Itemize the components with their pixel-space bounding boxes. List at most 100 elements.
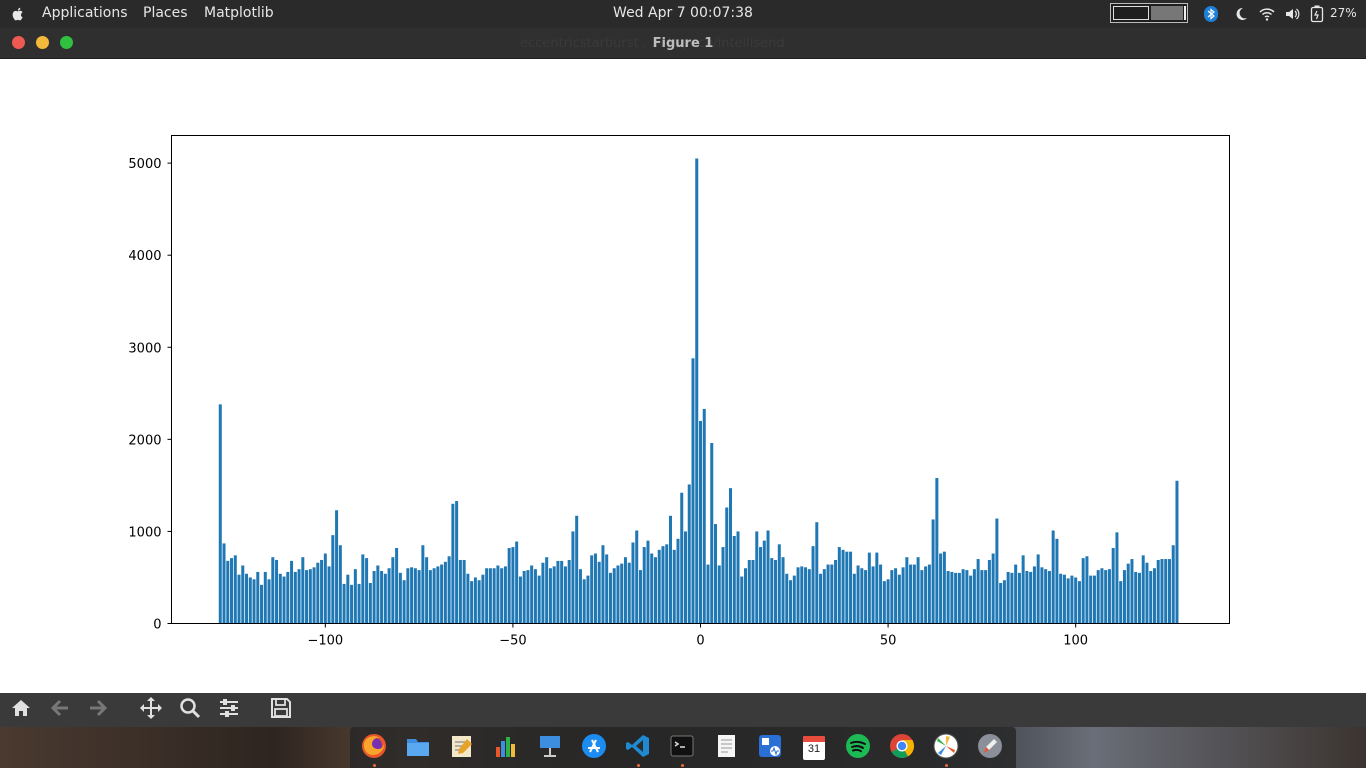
bar bbox=[443, 561, 447, 624]
bar bbox=[391, 557, 395, 624]
forward-icon bbox=[88, 698, 108, 722]
clock[interactable]: Wed Apr 7 00:07:38 bbox=[613, 5, 753, 21]
zoom-button[interactable] bbox=[176, 697, 204, 723]
pan-button[interactable] bbox=[137, 697, 165, 723]
dock-text-editor[interactable] bbox=[449, 735, 475, 761]
dock-calendar[interactable]: 31 bbox=[801, 735, 827, 761]
battery-icon[interactable] bbox=[1310, 5, 1324, 27]
bar bbox=[1070, 575, 1074, 624]
bar bbox=[912, 564, 916, 624]
bar bbox=[822, 569, 826, 624]
bar bbox=[556, 560, 560, 624]
bar bbox=[1055, 538, 1059, 624]
bar bbox=[597, 561, 601, 624]
bar bbox=[470, 581, 474, 624]
menu-places[interactable]: Places bbox=[143, 0, 188, 28]
dock-terminal[interactable] bbox=[669, 735, 695, 767]
bar bbox=[533, 569, 537, 624]
bar bbox=[1111, 548, 1115, 624]
wifi-icon[interactable] bbox=[1259, 6, 1275, 26]
bar bbox=[1077, 581, 1081, 624]
dock-notes[interactable] bbox=[713, 735, 739, 761]
bar bbox=[714, 524, 718, 624]
bluetooth-icon[interactable] bbox=[1204, 6, 1218, 26]
bar bbox=[252, 579, 256, 624]
bar bbox=[1122, 570, 1126, 624]
bar bbox=[1036, 554, 1040, 624]
workspace-1[interactable] bbox=[1113, 6, 1149, 20]
back-button[interactable] bbox=[46, 697, 74, 723]
dock-charts[interactable] bbox=[493, 735, 519, 761]
bar bbox=[537, 575, 541, 624]
bar bbox=[642, 547, 646, 624]
bar bbox=[357, 583, 361, 624]
home-button[interactable] bbox=[7, 697, 35, 723]
bar bbox=[665, 544, 669, 624]
bar bbox=[766, 530, 770, 624]
dock-keynote[interactable] bbox=[537, 735, 563, 761]
bar bbox=[668, 515, 672, 624]
bar bbox=[804, 567, 808, 624]
bar bbox=[545, 557, 549, 624]
configure-subplots-button[interactable] bbox=[215, 697, 243, 723]
dock-chrome[interactable] bbox=[889, 734, 915, 761]
y-tick-label: 5000 bbox=[128, 157, 161, 172]
bar bbox=[1074, 577, 1078, 624]
forward-button[interactable] bbox=[84, 697, 112, 723]
bar bbox=[560, 560, 564, 624]
bar bbox=[661, 546, 665, 624]
bar bbox=[413, 568, 417, 624]
bar bbox=[582, 579, 586, 624]
bar bbox=[616, 565, 620, 624]
volume-icon[interactable] bbox=[1284, 6, 1300, 26]
bar bbox=[875, 552, 879, 624]
night-mode-icon[interactable] bbox=[1234, 6, 1248, 26]
bar bbox=[447, 556, 451, 624]
bar bbox=[894, 568, 898, 624]
bar bbox=[691, 358, 695, 624]
bar bbox=[297, 569, 301, 624]
menu-matplotlib[interactable]: Matplotlib bbox=[204, 0, 274, 28]
workspace-2[interactable] bbox=[1151, 6, 1183, 20]
window-title: Figure 1 bbox=[652, 36, 714, 51]
bar bbox=[1032, 566, 1036, 624]
pan-icon bbox=[139, 696, 163, 724]
bar bbox=[1025, 571, 1029, 624]
bar bbox=[1130, 559, 1134, 624]
bar bbox=[717, 565, 721, 624]
bar bbox=[312, 567, 316, 624]
bar bbox=[635, 530, 639, 624]
apple-icon[interactable] bbox=[10, 6, 26, 22]
bar bbox=[466, 573, 470, 624]
dock-app-store[interactable] bbox=[581, 734, 607, 761]
bar bbox=[571, 531, 575, 624]
dock-firefox[interactable] bbox=[361, 734, 387, 767]
menu-applications[interactable]: Applications bbox=[42, 0, 128, 28]
bar bbox=[687, 484, 691, 624]
bar bbox=[1006, 571, 1010, 624]
dock-launchpad[interactable] bbox=[977, 734, 1003, 761]
dock-matplotlib[interactable] bbox=[933, 733, 959, 767]
dock-files[interactable] bbox=[405, 735, 431, 761]
bar bbox=[811, 546, 815, 624]
save-button[interactable] bbox=[267, 697, 295, 723]
bar bbox=[335, 510, 339, 624]
bar bbox=[290, 560, 294, 624]
bar bbox=[762, 540, 766, 624]
bar bbox=[1040, 567, 1044, 624]
bar bbox=[1175, 480, 1179, 624]
bar bbox=[721, 547, 725, 624]
dock-system-monitor[interactable] bbox=[757, 735, 783, 761]
dock-spotify[interactable] bbox=[845, 734, 871, 761]
window-title-bar[interactable]: eccentricstarburst . . . kspace/intellis… bbox=[0, 28, 1366, 59]
bar bbox=[222, 543, 226, 624]
system-top-bar: Applications Places Matplotlib Wed Apr 7… bbox=[0, 0, 1366, 28]
workspace-switcher[interactable] bbox=[1110, 3, 1188, 23]
bar bbox=[695, 158, 699, 624]
bar bbox=[275, 559, 279, 624]
figure-canvas[interactable]: −100 −50 0 50 100 0 1000 2000 3000 4000 5000 bbox=[0, 59, 1366, 693]
bar bbox=[710, 443, 714, 624]
dock-vscode[interactable] bbox=[625, 735, 651, 767]
bar bbox=[605, 554, 609, 624]
bar bbox=[436, 566, 440, 624]
